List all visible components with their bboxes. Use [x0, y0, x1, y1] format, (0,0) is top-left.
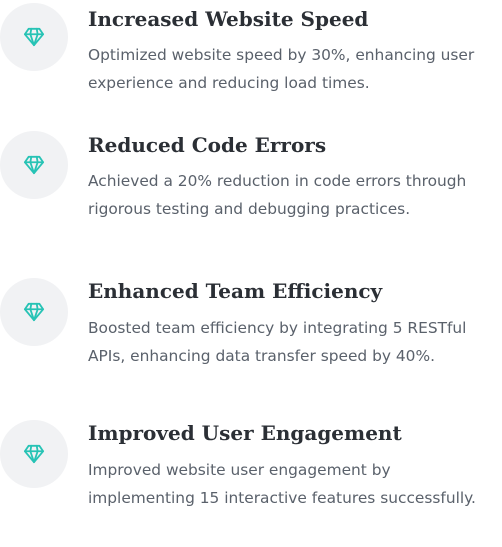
achievement-description: Boosted team efficiency by integrating 5… — [88, 319, 467, 365]
diamond-icon — [23, 155, 45, 175]
diamond-icon — [23, 302, 45, 322]
achievement-title: Increased Website Speed — [88, 7, 369, 31]
achievement-title: Reduced Code Errors — [88, 133, 327, 157]
achievement-title: Enhanced Team Efficiency — [88, 279, 383, 303]
icon-badge — [0, 278, 68, 346]
diamond-icon-graphic — [23, 27, 44, 47]
achievement-description: Improved website user engagement by impl… — [88, 461, 476, 507]
icon-badge — [0, 131, 68, 199]
achievement-description: Optimized website speed by 30%, enhancin… — [88, 46, 475, 92]
icon-badge — [0, 420, 68, 488]
diamond-icon — [23, 27, 45, 47]
diamond-icon-graphic — [23, 444, 44, 464]
diamond-icon-graphic — [23, 155, 44, 175]
achievements-list: Increased Website Speed Optimized websit… — [0, 0, 502, 547]
achievement-description: Achieved a 20% reduction in code errors … — [88, 172, 467, 218]
achievement-title: Improved User Engagement — [88, 421, 402, 445]
diamond-icon — [23, 444, 45, 464]
icon-badge — [0, 3, 68, 71]
diamond-icon-graphic — [23, 302, 44, 322]
